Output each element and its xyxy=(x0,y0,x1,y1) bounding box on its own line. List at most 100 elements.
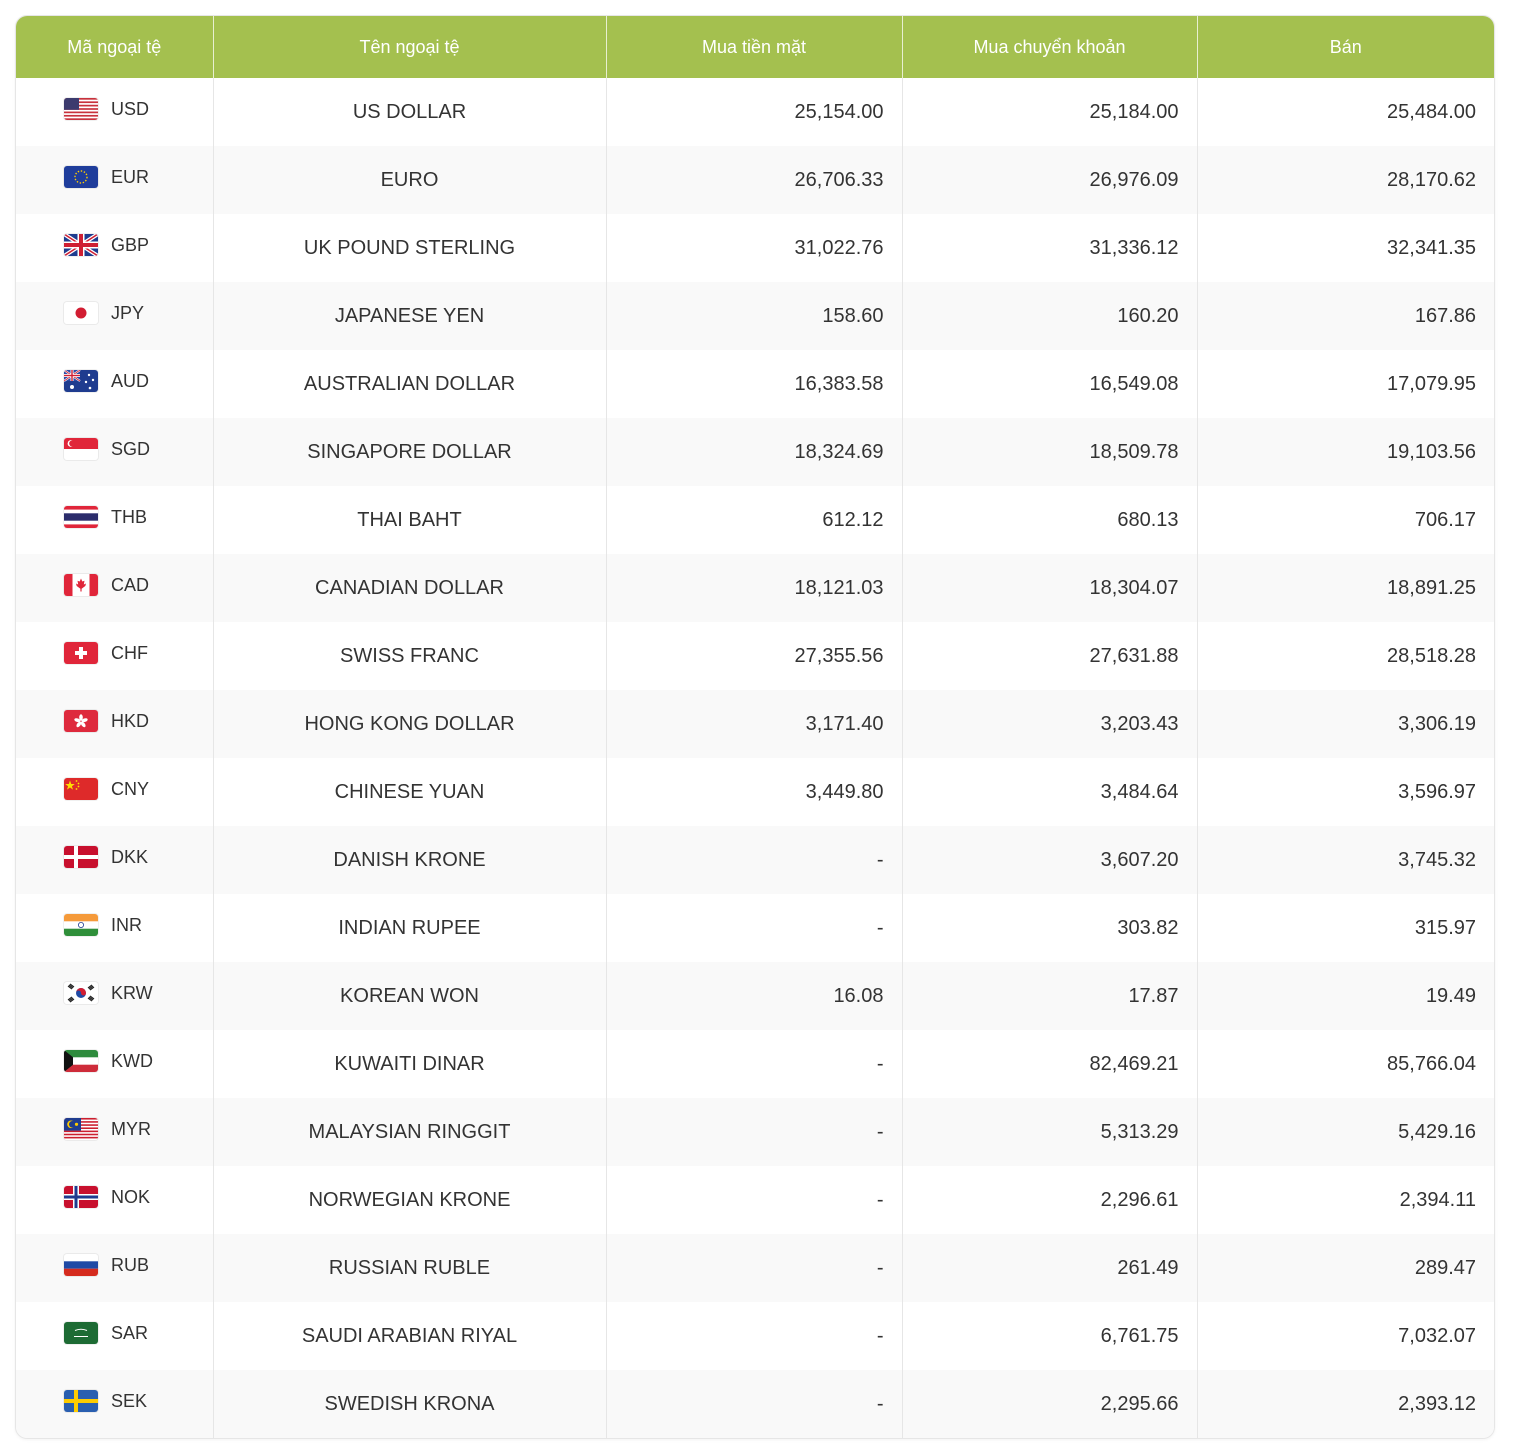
sell-rate: 18,891.25 xyxy=(1197,554,1494,622)
transfer-buy-rate: 27,631.88 xyxy=(902,622,1198,690)
sell-rate: 2,394.11 xyxy=(1399,1188,1476,1211)
currency-code: MYR xyxy=(111,1118,151,1139)
sell-rate: 32,341.35 xyxy=(1387,236,1476,259)
cash-buy-rate: 3,171.40 xyxy=(606,690,903,758)
currency-code: GBP xyxy=(111,234,150,255)
currency-name: JAPANESE YEN xyxy=(213,282,607,350)
currency-code-cell: SEK xyxy=(16,1370,214,1438)
cash-buy-rate: 27,355.56 xyxy=(606,622,903,690)
currency-name: KUWAITI DINAR xyxy=(213,1030,607,1098)
cash-buy-rate: 612.12 xyxy=(606,486,903,554)
table-row: CNY CHINESE YUAN 3,449.80 3,484.64 3,596.97 xyxy=(16,758,1494,826)
currency-code: DKK xyxy=(111,846,149,867)
uk-flag-icon xyxy=(64,234,98,256)
table-row: JPY JAPANESE YEN 158.60 160.20 167.86 xyxy=(16,282,1494,350)
currency-code-cell: CNY xyxy=(16,758,214,826)
column-header-transfer-buy: Mua chuyển khoản xyxy=(902,16,1198,78)
currency-name: AUSTRALIAN DOLLAR xyxy=(213,350,607,418)
malaysia-flag-icon xyxy=(64,1118,98,1140)
currency-code-cell: GBP xyxy=(16,214,214,282)
cash-buy-rate: 3,449.80 xyxy=(606,758,903,826)
currency-name: KOREAN WON xyxy=(213,962,607,1030)
sell-rate: 315.97 xyxy=(1414,916,1476,939)
cash-buy-rate: - xyxy=(606,1234,903,1302)
currency-code: AUD xyxy=(111,370,150,391)
cash-buy-rate: 31,022.76 xyxy=(606,214,903,282)
table-row: AUD AUSTRALIAN DOLLAR 16,383.58 16,549.08 17… xyxy=(16,350,1494,418)
sell-rate: 3,306.19 xyxy=(1197,690,1494,758)
currency-code-cell: NOK xyxy=(16,1166,214,1234)
currency-name: SWEDISH KRONA xyxy=(213,1370,607,1438)
table-header-row: Mã ngoại tệ Tên ngoại tệ Mua tiền mặt Mu… xyxy=(16,16,1494,78)
currency-code: SAR xyxy=(111,1322,149,1343)
transfer-buy-rate: 5,313.29 xyxy=(902,1098,1198,1166)
currency-name: US DOLLAR xyxy=(213,78,607,146)
table-row: CHF SWISS FRANC 27,355.56 27,631.88 28,518.2… xyxy=(16,622,1494,690)
canada-flag-icon xyxy=(64,574,98,596)
currency-code-cell: SGD xyxy=(16,418,214,486)
currency-name: THAI BAHT xyxy=(213,486,607,554)
australia-flag-icon xyxy=(64,370,98,392)
sell-rate: 3,596.97 xyxy=(1398,780,1476,803)
currency-name: SWISS FRANC xyxy=(213,622,607,690)
denmark-flag-icon xyxy=(64,846,98,868)
currency-code-cell: HKD xyxy=(16,690,214,758)
currency-code-cell: KRW xyxy=(16,962,214,1030)
currency-code: RUB xyxy=(111,1254,150,1275)
currency-code-cell: CHF xyxy=(16,622,214,690)
transfer-buy-rate: 18,509.78 xyxy=(902,418,1198,486)
cash-buy-rate: - xyxy=(606,826,903,894)
cash-buy-rate: 25,154.00 xyxy=(606,78,903,146)
table-row: EUR EURO 26,706.33 26,976.09 28,170.62 xyxy=(16,146,1494,214)
currency-code: INR xyxy=(111,914,142,935)
transfer-buy-rate: 2,296.61 xyxy=(902,1166,1198,1234)
currency-code: CAD xyxy=(111,574,150,595)
sell-rate: 167.86 xyxy=(1197,282,1494,350)
sweden-flag-icon xyxy=(64,1390,98,1412)
norway-flag-icon xyxy=(64,1186,98,1208)
currency-code-cell: INR xyxy=(16,894,214,962)
transfer-buy-rate: 3,607.20 xyxy=(902,826,1198,894)
sell-rate: 5,429.16 xyxy=(1197,1098,1494,1166)
currency-name: NORWEGIAN KRONE xyxy=(213,1166,607,1234)
hong-kong-flag-icon xyxy=(64,710,98,732)
currency-code: KWD xyxy=(111,1050,153,1071)
currency-name: DANISH KRONE xyxy=(213,826,607,894)
currency-code-cell: EUR xyxy=(16,146,214,214)
cash-buy-rate: - xyxy=(606,1030,903,1098)
currency-code: KRW xyxy=(111,982,153,1003)
transfer-buy-rate: 6,761.75 xyxy=(902,1302,1198,1370)
column-header-cash-buy: Mua tiền mặt xyxy=(606,16,903,78)
eu-flag-icon xyxy=(64,166,98,188)
currency-code: EUR xyxy=(111,166,150,187)
singapore-flag-icon xyxy=(64,438,98,460)
column-header-code: Mã ngoại tệ xyxy=(16,16,214,78)
transfer-buy-rate: 26,976.09 xyxy=(902,146,1198,214)
sell-rate: 706.17 xyxy=(1414,508,1476,531)
exchange-rate-table: Mã ngoại tệ Tên ngoại tệ Mua tiền mặt Mu… xyxy=(16,16,1494,1438)
kuwait-flag-icon xyxy=(64,1050,98,1072)
currency-name: SINGAPORE DOLLAR xyxy=(213,418,607,486)
currency-code-cell: CAD xyxy=(16,554,214,622)
table-row: GBP UK POUND STERLING 31,022.76 31,336.12 32… xyxy=(16,214,1494,282)
sell-rate: 2,393.12 xyxy=(1197,1370,1494,1438)
currency-code-cell: DKK xyxy=(16,826,214,894)
currency-code: THB xyxy=(111,506,147,527)
switzerland-flag-icon xyxy=(64,642,98,664)
currency-code-cell: KWD xyxy=(16,1030,214,1098)
sell-rate: 19.49 xyxy=(1197,962,1494,1030)
currency-code: HKD xyxy=(111,710,150,731)
exchange-rate-table-container: Mã ngoại tệ Tên ngoại tệ Mua tiền mặt Mu… xyxy=(15,15,1495,1439)
currency-name: UK POUND STERLING xyxy=(213,214,607,282)
cash-buy-rate: 18,121.03 xyxy=(606,554,903,622)
india-flag-icon xyxy=(64,914,98,936)
transfer-buy-rate: 2,295.66 xyxy=(902,1370,1198,1438)
column-header-name: Tên ngoại tệ xyxy=(213,16,607,78)
currency-name: HONG KONG DOLLAR xyxy=(213,690,607,758)
transfer-buy-rate: 25,184.00 xyxy=(902,78,1198,146)
currency-name: RUSSIAN RUBLE xyxy=(213,1234,607,1302)
sell-rate: 85,766.04 xyxy=(1387,1052,1476,1075)
table-row: NOK NORWEGIAN KRONE -2,296.61 2,394.11 xyxy=(16,1166,1494,1234)
currency-name: CHINESE YUAN xyxy=(213,758,607,826)
transfer-buy-rate: 3,203.43 xyxy=(902,690,1198,758)
